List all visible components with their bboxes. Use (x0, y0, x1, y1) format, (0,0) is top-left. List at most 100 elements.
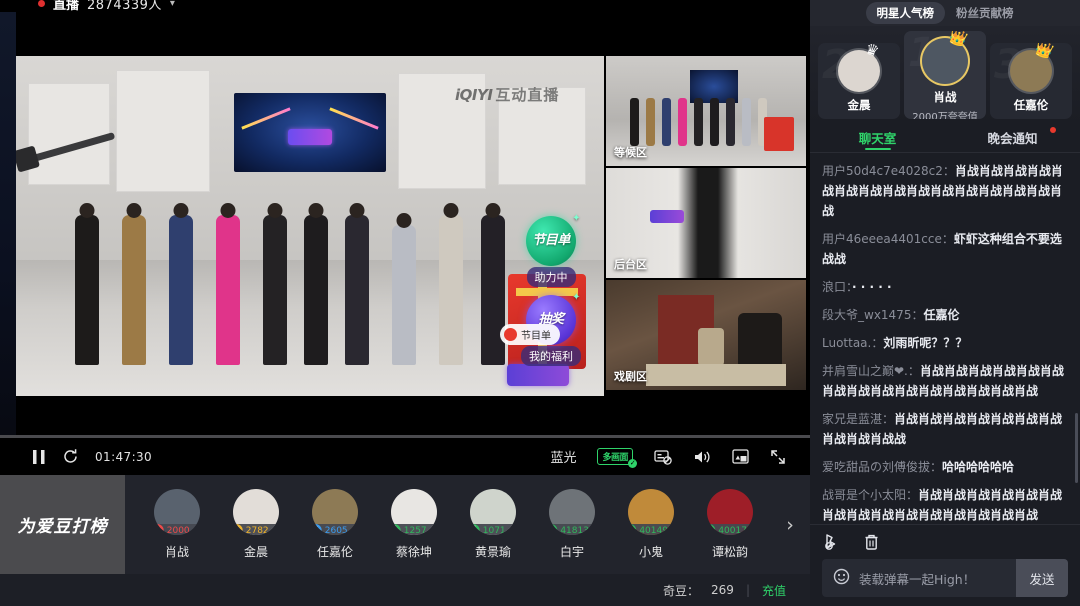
chat-text: 任嘉伦 (923, 308, 960, 322)
idol-rank-item[interactable]: 1 2000... 肖战 (147, 489, 207, 560)
fullscreen-icon[interactable] (770, 449, 786, 465)
avatar: 5 1071... (470, 489, 516, 535)
ranking-tab[interactable]: 明星人气榜 (865, 2, 945, 24)
emoji-icon[interactable] (833, 568, 850, 589)
program-banner[interactable]: 节目单 (500, 324, 560, 345)
rank-number: 3 (312, 524, 322, 535)
performer (439, 215, 464, 366)
pause-icon[interactable] (32, 449, 46, 465)
picture-in-picture-icon[interactable] (732, 449, 749, 464)
mini-performer (694, 98, 703, 147)
avatar: 3 2605... (312, 489, 358, 535)
camera-feed-waiting-area[interactable]: 等候区 (606, 56, 806, 166)
coin-label: 奇豆： (663, 583, 700, 598)
ranking-tab[interactable]: 粉丝贡献榜 (945, 2, 1025, 24)
chat-tab[interactable]: 聊天室 (810, 123, 945, 152)
idol-name: 肖战 (164, 545, 189, 559)
star-card[interactable]: 2♛金晨278.2万夸夸值 (818, 43, 900, 119)
danmaku-off-icon[interactable] (654, 449, 672, 465)
chat-input-row: 装载弹幕一起High！ 发送 (810, 558, 1080, 606)
rank-score: 1071... (482, 525, 515, 536)
chat-username: 战哥是个小太阳： (822, 488, 919, 502)
rank-badge: 4 1257... (391, 524, 437, 535)
rank-number: 6 (549, 524, 558, 535)
rank-score: 1257... (403, 525, 436, 536)
chat-tab[interactable]: 晚会通知 (945, 123, 1080, 152)
idol-rank-item[interactable]: 5 1071... 黄景瑜 (463, 489, 523, 560)
idol-ranking-list: 1 2000... 肖战 2 2782... 金晨 3 2605... 任嘉伦 4 1257... 蔡… (125, 475, 810, 574)
chat-message: Luottaa.：刘雨昕呢？？？ (822, 333, 1068, 353)
quality-selector[interactable]: 蓝光 (550, 447, 576, 466)
danmaku-block-icon[interactable] (824, 532, 843, 551)
idol-rank-item[interactable]: 3 2605... 任嘉伦 (305, 489, 365, 560)
chevron-right-icon[interactable]: › (774, 475, 806, 574)
brand-logo: iQIYI (455, 85, 493, 104)
camera-feed-label: 等候区 (614, 146, 647, 159)
chat-message: 家兄是蓝湛：肖战肖战肖战肖战肖战肖战肖战肖战肖战肖战战 (822, 409, 1068, 449)
idol-rank-item[interactable]: 8 400170 谭松韵 (700, 489, 760, 560)
chat-username: 用户50d4c7e4028c2： (822, 164, 955, 178)
coin-balance-bar: 奇豆： 269 | 充值 (0, 574, 810, 606)
chat-scrollbar[interactable] (1075, 413, 1078, 483)
main-video[interactable] (16, 56, 604, 396)
star-card[interactable]: 3👑任嘉伦260.5万夸夸值 (990, 43, 1072, 119)
mini-table (646, 363, 786, 386)
idol-rank-item[interactable]: 2 2782... 金晨 (226, 489, 286, 560)
chat-username: 爱吃甜品の刘傅俊拔： (822, 460, 943, 474)
idol-rank-item[interactable]: 6 418135 白宇 (542, 489, 602, 560)
chat-input[interactable]: 装载弹幕一起High！ (822, 559, 1016, 597)
idol-name: 黄景瑜 (474, 545, 511, 559)
idol-rank-item[interactable]: 7 401495 小鬼 (621, 489, 681, 560)
camera-feed-drama-area[interactable]: 戏剧区 (606, 280, 806, 390)
idol-name: 白宇 (559, 545, 584, 559)
camera-feed-label: 后台区 (614, 258, 647, 271)
volume-icon[interactable] (693, 449, 711, 465)
multiview-button[interactable]: 多画面 ✓ (597, 448, 637, 468)
playback-time: 01:47:30 (95, 449, 153, 464)
rank-number: 7 (628, 524, 637, 535)
program-banner-label: 节目单 (521, 331, 551, 342)
sparkle-icon: ✦ (572, 213, 580, 224)
rank-number: 8 (707, 524, 716, 535)
mini-performer (646, 98, 655, 147)
star-card[interactable]: 1👑肖战2000万夸夸值 (904, 31, 986, 119)
mini-person (738, 313, 782, 369)
chat-message-list[interactable]: 用户50d4c7e4028c2：肖战肖战肖战肖战肖战肖战肖战肖战肖战肖战肖战肖战… (810, 153, 1080, 524)
chat-message: 段大爷_wx1475：任嘉伦 (822, 305, 1068, 325)
program-list-button[interactable]: ✦ 节目单 助力中 (518, 213, 584, 287)
mini-performer (662, 98, 671, 147)
mini-performer (742, 98, 751, 147)
rank-number: 5 (470, 524, 480, 535)
set-panel (27, 83, 111, 186)
send-button[interactable]: 发送 (1016, 559, 1068, 597)
idol-name: 谭松韵 (711, 545, 748, 559)
show-logo (287, 129, 332, 146)
chat-text: 刘雨昕呢？？？ (883, 336, 968, 350)
camera-feed-backstage[interactable]: 后台区 (606, 168, 806, 278)
rank-badge: 8 400170 (707, 524, 753, 535)
mini-show-logo (650, 209, 684, 223)
stage-left-edge (0, 12, 16, 435)
recharge-button[interactable]: 充值 (762, 582, 786, 599)
coin-amount: 269 (711, 583, 734, 597)
mini-performer (630, 98, 639, 147)
iqiyi-watermark: iQIYI 互动直播 (455, 84, 559, 105)
player-column: 直播 2874339人 ▾ iQIYI 互动直播 等候区 后台区 戏剧区 ✦ 节… (0, 0, 810, 606)
idol-name: 蔡徐坤 (395, 545, 432, 559)
chat-tab-label: 晚会通知 (987, 131, 1038, 146)
chevron-down-icon[interactable]: ▾ (170, 0, 175, 9)
chat-text: · · · · · (852, 280, 892, 294)
idol-name: 小鬼 (638, 545, 663, 559)
performer (304, 215, 329, 366)
idol-rank-item[interactable]: 4 1257... 蔡徐坤 (384, 489, 444, 560)
chat-username: 用户46eeea4401cce： (822, 232, 954, 246)
chat-username: 浪口： (822, 280, 853, 294)
camera-feed-list: 等候区 后台区 戏剧区 (606, 56, 806, 392)
avatar: 4 1257... (391, 489, 437, 535)
avatar: 8 400170 (707, 489, 753, 535)
chat-message: 战哥是个小太阳：肖战肖战肖战肖战肖战肖战肖战肖战肖战肖战肖战肖战肖战肖战肖战 (822, 485, 1068, 524)
trash-icon[interactable] (863, 533, 880, 551)
rank-score: 401495 (639, 525, 674, 536)
program-list-status: 助力中 (526, 267, 576, 287)
refresh-icon[interactable] (62, 448, 79, 465)
